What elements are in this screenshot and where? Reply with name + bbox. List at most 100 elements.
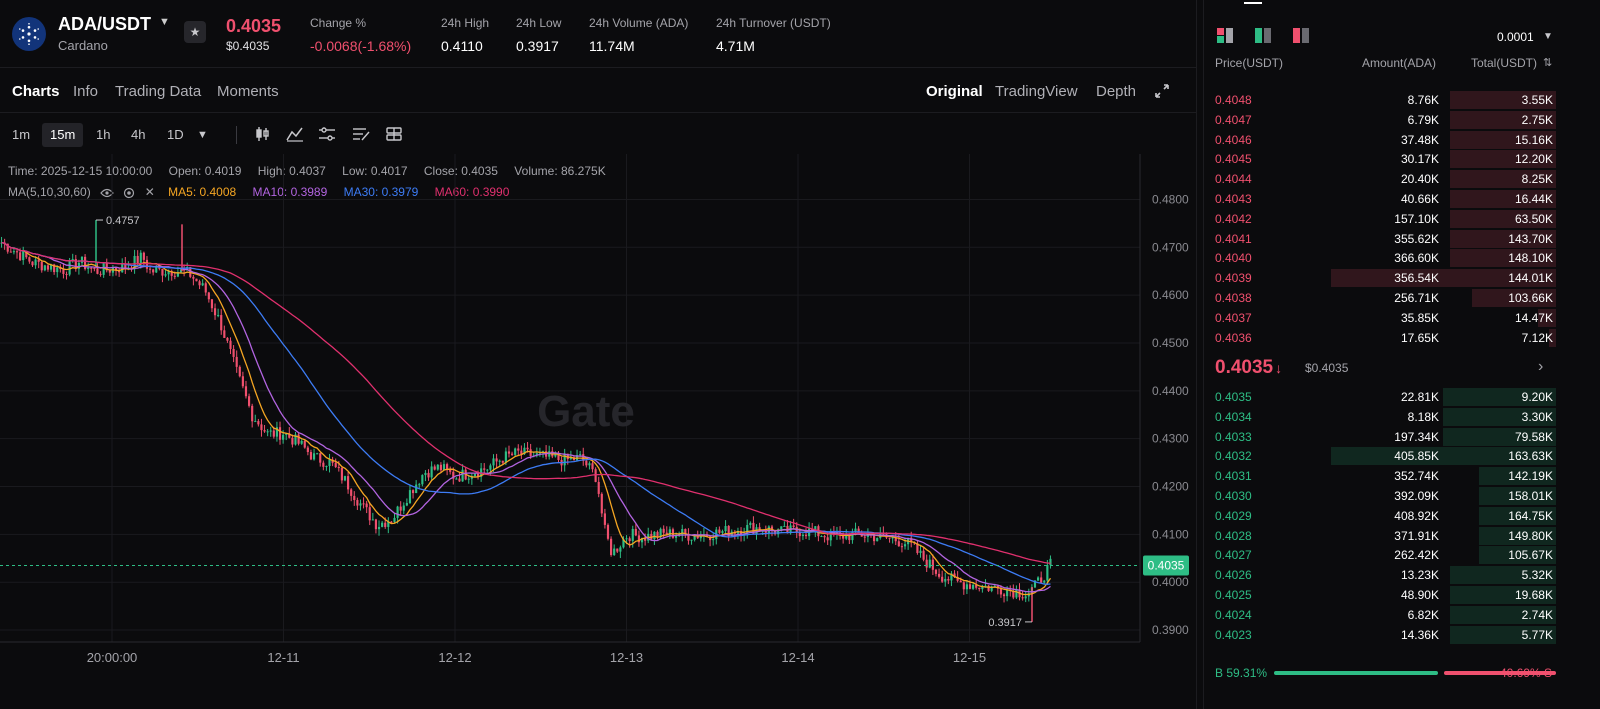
bid-row[interactable]: 0.4030 392.09K 158.01K (1204, 486, 1556, 506)
candle-type-icon[interactable] (254, 126, 272, 142)
ask-row[interactable]: 0.4045 30.17K 12.20K (1204, 149, 1556, 169)
pair-dropdown-icon[interactable]: ▼ (159, 16, 170, 28)
tab-original[interactable]: Original (926, 83, 983, 100)
candle-body (223, 330, 226, 338)
timeframe-1d[interactable]: 1D (159, 123, 192, 147)
candle-body (467, 478, 470, 480)
stat-label: 24h High (441, 16, 490, 30)
ask-amount: 366.60K (1394, 251, 1439, 266)
tab-info[interactable]: Info (73, 83, 98, 100)
ask-row[interactable]: 0.4046 37.48K 15.16K (1204, 130, 1556, 150)
ask-row[interactable]: 0.4042 157.10K 63.50K (1204, 209, 1556, 229)
sort-icon[interactable]: ⇅ (1543, 56, 1552, 69)
tab-trading-data[interactable]: Trading Data (115, 83, 201, 100)
chart-toolbar: 1m 15m 1h 4h 1D ▼ (0, 114, 1196, 154)
ask-row[interactable]: 0.4038 256.71K 103.66K (1204, 288, 1556, 308)
orderbook-bids-view-icon[interactable] (1254, 27, 1272, 44)
bid-total: 105.67K (1508, 548, 1553, 563)
timeframe-4h[interactable]: 4h (123, 123, 153, 147)
precision-select[interactable]: 0.0001 (1497, 30, 1534, 44)
orderbook-both-view-icon[interactable] (1216, 27, 1234, 44)
tab-tradingview[interactable]: TradingView (995, 83, 1078, 100)
buy-ratio-value: 59.31% (1226, 666, 1268, 680)
ask-row[interactable]: 0.4036 17.65K 7.12K (1204, 328, 1556, 348)
ask-row[interactable]: 0.4037 35.85K 14.47K (1204, 308, 1556, 328)
bid-total: 3.30K (1521, 409, 1553, 424)
candle-body (987, 585, 990, 591)
candle-body (507, 451, 511, 454)
candle-body (1046, 565, 1049, 581)
candle-body (1021, 597, 1024, 599)
pair-name[interactable]: ADA/USDT (58, 14, 151, 35)
timeframe-1m[interactable]: 1m (4, 123, 38, 147)
bid-row[interactable]: 0.4031 352.74K 142.19K (1204, 466, 1556, 486)
candle-body (139, 252, 142, 264)
bid-row[interactable]: 0.4027 262.42K 105.67K (1204, 545, 1556, 565)
timeframe-15m[interactable]: 15m (42, 123, 84, 147)
ask-row[interactable]: 0.4044 20.40K 8.25K (1204, 169, 1556, 189)
bid-row[interactable]: 0.4029 408.92K 164.75K (1204, 506, 1556, 526)
ask-row[interactable]: 0.4043 40.66K 16.44K (1204, 189, 1556, 209)
stat-24h-low: 24h Low 0.3917 (516, 16, 561, 54)
candle-body (897, 541, 900, 547)
candles (0, 220, 1052, 622)
settings-sliders-icon[interactable] (318, 126, 336, 142)
favorite-star-button[interactable]: ★ (184, 21, 206, 43)
bid-row[interactable]: 0.4023 14.36K 5.77K (1204, 625, 1556, 645)
tab-charts[interactable]: Charts (12, 83, 60, 100)
candle-body (377, 526, 381, 530)
bid-price: 0.4026 (1215, 568, 1252, 583)
ask-row[interactable]: 0.4048 8.76K 3.55K (1204, 90, 1556, 110)
bid-row[interactable]: 0.4026 13.23K 5.32K (1204, 565, 1556, 585)
ask-row[interactable]: 0.4047 6.79K 2.75K (1204, 110, 1556, 130)
panel-divider[interactable] (1196, 0, 1204, 709)
drawing-tools-icon[interactable] (352, 126, 370, 142)
tab-depth[interactable]: Depth (1096, 83, 1136, 100)
ask-price: 0.4046 (1215, 132, 1252, 147)
precision-dropdown-icon[interactable]: ▼ (1543, 31, 1553, 42)
bid-row[interactable]: 0.4033 197.34K 79.58K (1204, 427, 1556, 447)
ask-row[interactable]: 0.4041 355.62K 143.70K (1204, 229, 1556, 249)
timeframe-dropdown-icon[interactable]: ▼ (197, 129, 208, 141)
candlestick-chart[interactable]: Gate 0.4800 0.4700 0.4600 0.4500 0.4400 0.430… (0, 154, 1196, 709)
ask-total: 7.12K (1521, 330, 1553, 345)
bid-row[interactable]: 0.4032 405.85K 163.63K (1204, 446, 1556, 466)
mid-price-value: 0.4035 (1215, 357, 1274, 378)
candle-body (783, 525, 786, 527)
candle-body (820, 536, 823, 538)
tab-moments[interactable]: Moments (217, 83, 279, 100)
ask-price: 0.4044 (1215, 172, 1252, 187)
bid-row[interactable]: 0.4028 371.91K 149.80K (1204, 526, 1556, 546)
bid-row[interactable]: 0.4024 6.82K 2.74K (1204, 605, 1556, 625)
chart-layout-icon[interactable] (385, 126, 403, 142)
candle-body (145, 259, 149, 269)
orderbook-asks-view-icon[interactable] (1292, 27, 1310, 44)
bid-price: 0.4033 (1215, 429, 1252, 444)
ask-amount: 20.40K (1400, 172, 1439, 187)
bid-row[interactable]: 0.4034 8.18K 3.30K (1204, 407, 1556, 427)
ask-row[interactable]: 0.4039 356.54K 144.01K (1204, 268, 1556, 288)
candle-body (40, 261, 43, 271)
candle-body (780, 526, 783, 530)
max-price-label: 0.4757 (106, 215, 140, 227)
stat-value: 0.4110 (441, 38, 483, 54)
ask-amount: 40.66K (1400, 192, 1439, 206)
candle-body (353, 495, 356, 501)
ask-total: 14.47K (1514, 310, 1553, 325)
toolbar-divider (236, 126, 237, 144)
bid-row[interactable]: 0.4025 48.90K 19.68K (1204, 585, 1556, 605)
candle-body (384, 522, 387, 527)
candle-body (610, 538, 613, 556)
ask-price: 0.4045 (1215, 152, 1252, 167)
candle-body (712, 539, 715, 541)
chevron-right-icon[interactable]: › (1538, 358, 1543, 376)
expand-icon[interactable] (1154, 83, 1170, 102)
bid-row[interactable]: 0.4035 22.81K 9.20K (1204, 387, 1556, 407)
ask-row[interactable]: 0.4040 366.60K 148.10K (1204, 248, 1556, 268)
ask-price: 0.4037 (1215, 310, 1252, 325)
timeframe-1h[interactable]: 1h (88, 123, 118, 147)
bid-total: 79.58K (1514, 429, 1553, 444)
ask-total: 63.50K (1514, 211, 1553, 226)
indicator-icon[interactable] (286, 126, 304, 142)
candle-body (1036, 577, 1040, 581)
